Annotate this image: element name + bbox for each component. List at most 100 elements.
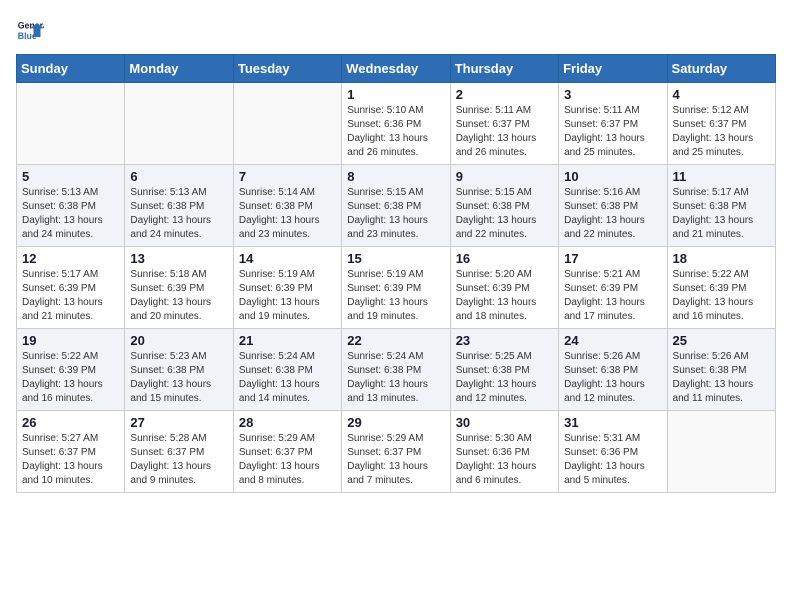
day-info: Sunrise: 5:20 AM Sunset: 6:39 PM Dayligh… [456,268,553,324]
day-info: Sunrise: 5:13 AM Sunset: 6:38 PM Dayligh… [130,186,227,242]
day-number: 9 [456,169,553,184]
weekday-header-monday: Monday [125,55,233,83]
calendar-day-23: 23Sunrise: 5:25 AM Sunset: 6:38 PM Dayli… [450,329,558,411]
calendar-day-9: 9 Sunrise: 5:15 AM Sunset: 6:38 PM Daylig… [450,165,558,247]
calendar-day-8: 8 Sunrise: 5:15 AM Sunset: 6:38 PM Daylig… [342,165,450,247]
day-number: 11 [673,169,770,184]
calendar-day-21: 21 Sunrise: 5:24 AM Sunset: 6:38 PM Dayli… [233,329,341,411]
calendar-day-19: 19Sunrise: 5:22 AM Sunset: 6:39 PM Dayli… [17,329,125,411]
day-info: Sunrise: 5:30 AM Sunset: 6:36 PM Dayligh… [456,432,553,488]
calendar-day-5: 5 Sunrise: 5:13 AM Sunset: 6:38 PM Daylig… [17,165,125,247]
day-number: 7 [239,169,336,184]
day-info: Sunrise: 5:24 AM Sunset: 6:38 PM Dayligh… [239,350,336,406]
calendar-week-row: 26Sunrise: 5:27 AM Sunset: 6:37 PM Dayli… [17,411,776,493]
calendar-empty-cell [125,83,233,165]
day-number: 14 [239,251,336,266]
day-info: Sunrise: 5:15 AM Sunset: 6:38 PM Dayligh… [456,186,553,242]
day-info: Sunrise: 5:22 AM Sunset: 6:39 PM Dayligh… [673,268,770,324]
weekday-header-sunday: Sunday [17,55,125,83]
calendar-day-2: 2 Sunrise: 5:11 AM Sunset: 6:37 PM Daylig… [450,83,558,165]
logo: General Blue [16,16,48,44]
weekday-header-saturday: Saturday [667,55,775,83]
calendar-day-1: 1 Sunrise: 5:10 AM Sunset: 6:36 PM Daylig… [342,83,450,165]
day-number: 1 [347,87,444,102]
day-number: 17 [564,251,661,266]
day-info: Sunrise: 5:17 AM Sunset: 6:38 PM Dayligh… [673,186,770,242]
calendar-day-29: 29Sunrise: 5:29 AM Sunset: 6:37 PM Dayli… [342,411,450,493]
day-info: Sunrise: 5:26 AM Sunset: 6:38 PM Dayligh… [673,350,770,406]
day-info: Sunrise: 5:29 AM Sunset: 6:37 PM Dayligh… [239,432,336,488]
calendar-day-18: 18 Sunrise: 5:22 AM Sunset: 6:39 PM Dayli… [667,247,775,329]
weekday-header-tuesday: Tuesday [233,55,341,83]
day-info: Sunrise: 5:21 AM Sunset: 6:39 PM Dayligh… [564,268,661,324]
day-info: Sunrise: 5:26 AM Sunset: 6:38 PM Dayligh… [564,350,661,406]
calendar-day-30: 30 Sunrise: 5:30 AM Sunset: 6:36 PM Dayli… [450,411,558,493]
logo-icon: General Blue [16,16,44,44]
day-info: Sunrise: 5:29 AM Sunset: 6:37 PM Dayligh… [347,432,444,488]
day-number: 27 [130,415,227,430]
day-number: 18 [673,251,770,266]
day-info: Sunrise: 5:24 AM Sunset: 6:38 PM Dayligh… [347,350,444,406]
day-number: 6 [130,169,227,184]
day-info: Sunrise: 5:12 AM Sunset: 6:37 PM Dayligh… [673,104,770,160]
calendar-day-28: 28 Sunrise: 5:29 AM Sunset: 6:37 PM Dayli… [233,411,341,493]
calendar-day-15: 15 Sunrise: 5:19 AM Sunset: 6:39 PM Dayli… [342,247,450,329]
day-number: 30 [456,415,553,430]
calendar-week-row: 19Sunrise: 5:22 AM Sunset: 6:39 PM Dayli… [17,329,776,411]
day-info: Sunrise: 5:13 AM Sunset: 6:38 PM Dayligh… [22,186,119,242]
calendar-day-26: 26Sunrise: 5:27 AM Sunset: 6:37 PM Dayli… [17,411,125,493]
day-number: 31 [564,415,661,430]
calendar-day-27: 27 Sunrise: 5:28 AM Sunset: 6:37 PM Dayli… [125,411,233,493]
day-info: Sunrise: 5:17 AM Sunset: 6:39 PM Dayligh… [22,268,119,324]
calendar-table: SundayMondayTuesdayWednesdayThursdayFrid… [16,54,776,493]
day-number: 5 [22,169,119,184]
calendar-week-row: 12 Sunrise: 5:17 AM Sunset: 6:39 PM Dayli… [17,247,776,329]
day-info: Sunrise: 5:16 AM Sunset: 6:38 PM Dayligh… [564,186,661,242]
day-number: 13 [130,251,227,266]
page-header: General Blue [16,16,776,44]
day-info: Sunrise: 5:14 AM Sunset: 6:38 PM Dayligh… [239,186,336,242]
calendar-day-4: 4 Sunrise: 5:12 AM Sunset: 6:37 PM Daylig… [667,83,775,165]
day-info: Sunrise: 5:11 AM Sunset: 6:37 PM Dayligh… [564,104,661,160]
day-number: 28 [239,415,336,430]
day-number: 21 [239,333,336,348]
calendar-day-20: 20Sunrise: 5:23 AM Sunset: 6:38 PM Dayli… [125,329,233,411]
calendar-week-row: 5 Sunrise: 5:13 AM Sunset: 6:38 PM Daylig… [17,165,776,247]
day-info: Sunrise: 5:11 AM Sunset: 6:37 PM Dayligh… [456,104,553,160]
day-info: Sunrise: 5:25 AM Sunset: 6:38 PM Dayligh… [456,350,553,406]
weekday-header-row: SundayMondayTuesdayWednesdayThursdayFrid… [17,55,776,83]
day-info: Sunrise: 5:19 AM Sunset: 6:39 PM Dayligh… [239,268,336,324]
calendar-empty-cell [233,83,341,165]
day-number: 2 [456,87,553,102]
day-info: Sunrise: 5:22 AM Sunset: 6:39 PM Dayligh… [22,350,119,406]
day-number: 25 [673,333,770,348]
day-number: 4 [673,87,770,102]
calendar-day-31: 31 Sunrise: 5:31 AM Sunset: 6:36 PM Dayli… [559,411,667,493]
calendar-day-11: 11 Sunrise: 5:17 AM Sunset: 6:38 PM Dayli… [667,165,775,247]
day-number: 16 [456,251,553,266]
calendar-day-22: 22 Sunrise: 5:24 AM Sunset: 6:38 PM Dayli… [342,329,450,411]
calendar-day-14: 14 Sunrise: 5:19 AM Sunset: 6:39 PM Dayli… [233,247,341,329]
day-number: 15 [347,251,444,266]
day-number: 20 [130,333,227,348]
day-info: Sunrise: 5:15 AM Sunset: 6:38 PM Dayligh… [347,186,444,242]
calendar-day-7: 7 Sunrise: 5:14 AM Sunset: 6:38 PM Daylig… [233,165,341,247]
calendar-empty-cell [667,411,775,493]
day-info: Sunrise: 5:10 AM Sunset: 6:36 PM Dayligh… [347,104,444,160]
day-number: 22 [347,333,444,348]
calendar-day-10: 10Sunrise: 5:16 AM Sunset: 6:38 PM Dayli… [559,165,667,247]
calendar-day-12: 12 Sunrise: 5:17 AM Sunset: 6:39 PM Dayli… [17,247,125,329]
calendar-day-17: 17 Sunrise: 5:21 AM Sunset: 6:39 PM Dayli… [559,247,667,329]
day-info: Sunrise: 5:31 AM Sunset: 6:36 PM Dayligh… [564,432,661,488]
calendar-day-3: 3Sunrise: 5:11 AM Sunset: 6:37 PM Daylig… [559,83,667,165]
day-number: 24 [564,333,661,348]
calendar-empty-cell [17,83,125,165]
day-number: 12 [22,251,119,266]
day-info: Sunrise: 5:19 AM Sunset: 6:39 PM Dayligh… [347,268,444,324]
day-info: Sunrise: 5:27 AM Sunset: 6:37 PM Dayligh… [22,432,119,488]
day-info: Sunrise: 5:28 AM Sunset: 6:37 PM Dayligh… [130,432,227,488]
day-number: 8 [347,169,444,184]
calendar-day-6: 6 Sunrise: 5:13 AM Sunset: 6:38 PM Daylig… [125,165,233,247]
day-info: Sunrise: 5:18 AM Sunset: 6:39 PM Dayligh… [130,268,227,324]
weekday-header-wednesday: Wednesday [342,55,450,83]
